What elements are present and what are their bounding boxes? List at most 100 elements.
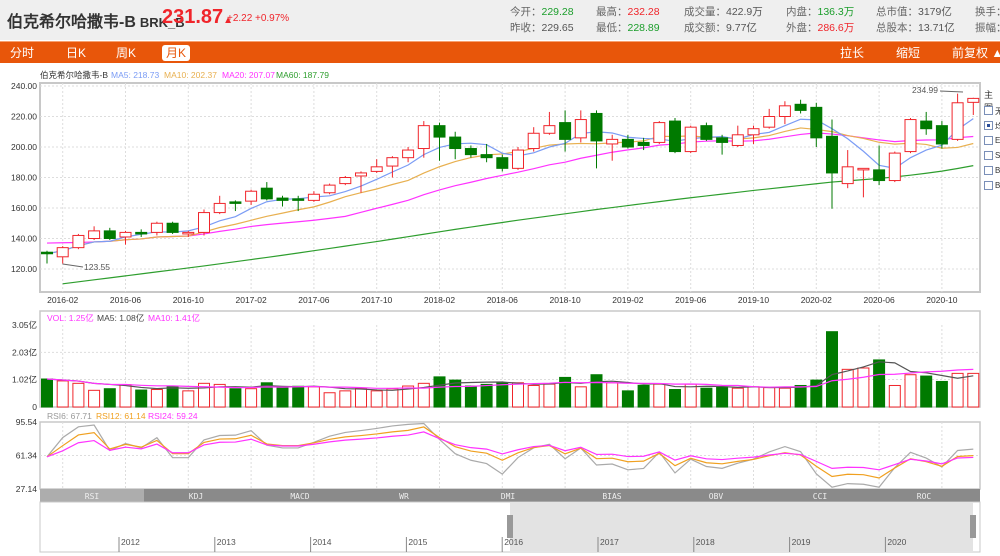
volume-bar[interactable] — [810, 379, 823, 408]
volume-bar[interactable] — [480, 383, 493, 408]
candle-up[interactable] — [951, 102, 964, 140]
volume-bar[interactable] — [56, 380, 69, 408]
volume-bar[interactable] — [527, 384, 540, 408]
candle-down[interactable] — [637, 141, 650, 146]
volume-bar[interactable] — [182, 390, 195, 408]
candle-up[interactable] — [512, 149, 524, 169]
volume-bar[interactable] — [888, 384, 901, 408]
indicator-tab-kdj[interactable]: KDJ — [189, 492, 203, 501]
candle-up[interactable] — [778, 105, 791, 117]
indicator-tab-bias[interactable]: BIAS — [602, 492, 621, 501]
volume-bar[interactable] — [826, 331, 838, 408]
navigator-left-handle[interactable] — [507, 515, 513, 538]
volume-bar[interactable] — [166, 385, 179, 408]
candle-up[interactable] — [370, 166, 383, 172]
volume-bar[interactable] — [747, 386, 760, 408]
candle-down[interactable] — [464, 148, 477, 156]
candle-up[interactable] — [88, 230, 101, 239]
candle-down[interactable] — [826, 135, 838, 174]
volume-bar[interactable] — [574, 386, 587, 408]
volume-bar[interactable] — [763, 387, 776, 408]
candle-up[interactable] — [402, 149, 415, 159]
volume-bar[interactable] — [778, 387, 791, 408]
candle-up[interactable] — [543, 125, 556, 134]
candle-down[interactable] — [559, 122, 572, 140]
volume-bar[interactable] — [857, 367, 870, 408]
volume-bar[interactable] — [700, 387, 713, 408]
volume-bar[interactable] — [464, 385, 477, 408]
candle-down[interactable] — [260, 187, 273, 200]
candle-up[interactable] — [747, 128, 760, 136]
indicator-tab-dmi[interactable]: DMI — [501, 492, 516, 501]
candle-down[interactable] — [166, 222, 179, 233]
candle-up[interactable] — [355, 172, 367, 177]
volume-bar[interactable] — [72, 382, 85, 408]
candle-down[interactable] — [449, 136, 462, 150]
volume-bar[interactable] — [669, 389, 681, 408]
volume-bar[interactable] — [590, 374, 603, 408]
candle-up[interactable] — [763, 116, 776, 128]
volume-bar[interactable] — [512, 382, 524, 408]
volume-bar[interactable] — [355, 387, 367, 408]
candle-up[interactable] — [857, 167, 870, 171]
volume-bar[interactable] — [637, 384, 650, 408]
candle-down[interactable] — [935, 125, 948, 145]
candle-up[interactable] — [323, 184, 336, 194]
candle-down[interactable] — [873, 169, 886, 182]
volume-bar[interactable] — [967, 372, 980, 408]
volume-bar[interactable] — [873, 359, 886, 408]
candle-up[interactable] — [150, 222, 163, 233]
volume-bar[interactable] — [323, 392, 336, 408]
volume-bar[interactable] — [88, 389, 101, 408]
candle-up[interactable] — [731, 134, 744, 146]
navigator-right-handle[interactable] — [970, 515, 976, 538]
candle-down[interactable] — [794, 103, 807, 111]
volume-bar[interactable] — [731, 387, 744, 408]
candle-down[interactable] — [920, 120, 933, 130]
candle-down[interactable] — [810, 106, 823, 139]
volume-bar[interactable] — [276, 386, 289, 408]
volume-bar[interactable] — [119, 384, 132, 408]
candle-down[interactable] — [700, 125, 713, 140]
kline-chart[interactable]: 240.00 220.00 200.00 180.00 160.00 140.00 120.… — [0, 0, 1000, 556]
candle-up[interactable] — [182, 231, 195, 235]
volume-bar[interactable] — [653, 383, 666, 408]
candle-up[interactable] — [527, 132, 540, 150]
candle-up[interactable] — [841, 166, 854, 185]
volume-bar[interactable] — [920, 375, 933, 408]
candle-up[interactable] — [72, 234, 85, 249]
candle-down[interactable] — [292, 198, 305, 201]
indicator-tab-roc[interactable]: ROC — [917, 492, 932, 501]
candle-down[interactable] — [103, 230, 116, 239]
volume-bar[interactable] — [292, 385, 305, 408]
volume-bar[interactable] — [606, 382, 619, 408]
volume-bar[interactable] — [150, 389, 163, 408]
volume-bar[interactable] — [433, 376, 446, 408]
candle-down[interactable] — [433, 125, 446, 138]
candle-up[interactable] — [684, 126, 697, 153]
volume-bar[interactable] — [496, 382, 509, 408]
candle-up[interactable] — [417, 125, 430, 150]
candle-down[interactable] — [276, 197, 289, 201]
volume-bar[interactable] — [370, 390, 383, 408]
candle-up[interactable] — [307, 193, 320, 201]
volume-bar[interactable] — [229, 388, 242, 408]
volume-bar[interactable] — [386, 388, 399, 408]
candle-down[interactable] — [480, 154, 493, 159]
candle-up[interactable] — [386, 157, 399, 167]
indicator-tab-obv[interactable]: OBV — [709, 492, 724, 501]
candle-down[interactable] — [669, 120, 681, 153]
volume-bar[interactable] — [339, 390, 352, 408]
candle-down[interactable] — [621, 138, 634, 148]
candle-down[interactable] — [590, 112, 603, 142]
volume-bar[interactable] — [684, 383, 697, 408]
volume-bar[interactable] — [245, 388, 258, 408]
volume-bar[interactable] — [307, 386, 320, 408]
candle-down[interactable] — [135, 231, 148, 235]
candle-up[interactable] — [574, 119, 587, 139]
candle-up[interactable] — [888, 152, 901, 182]
candle-up[interactable] — [213, 202, 226, 214]
candle-up[interactable] — [904, 119, 917, 153]
candle-down[interactable] — [496, 157, 509, 169]
volume-bar[interactable] — [935, 380, 948, 408]
